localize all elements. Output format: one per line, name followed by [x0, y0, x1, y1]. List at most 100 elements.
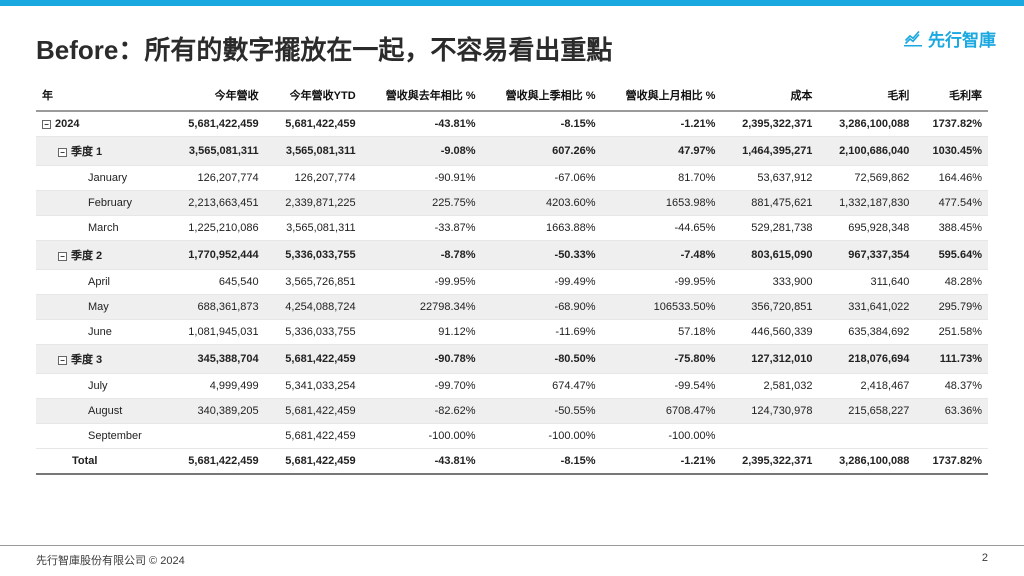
row-cell: 1,770,952,444: [168, 241, 265, 270]
row-cell: 1653.98%: [602, 191, 722, 216]
row-cell: [915, 424, 988, 449]
row-cell: 2,581,032: [721, 374, 818, 399]
row-cell: 1737.82%: [915, 449, 988, 475]
table-row: −季度 3345,388,7045,681,422,459-90.78%-80.…: [36, 345, 988, 374]
column-header: 營收與上月相比 %: [602, 81, 722, 111]
row-cell: -80.50%: [482, 345, 602, 374]
table-row: May688,361,8734,254,088,72422798.34%-68.…: [36, 295, 988, 320]
row-cell: 3,286,100,088: [818, 111, 915, 137]
row-cell: -99.95%: [362, 270, 482, 295]
collapse-icon[interactable]: −: [58, 252, 67, 261]
row-cell: -82.62%: [362, 399, 482, 424]
row-cell: -75.80%: [602, 345, 722, 374]
column-header: 營收與去年相比 %: [362, 81, 482, 111]
row-cell: -43.81%: [362, 111, 482, 137]
row-cell: 356,720,851: [721, 295, 818, 320]
row-cell: -100.00%: [602, 424, 722, 449]
row-cell: -99.95%: [602, 270, 722, 295]
table-row: February2,213,663,4512,339,871,225225.75…: [36, 191, 988, 216]
collapse-icon[interactable]: −: [42, 120, 51, 129]
row-cell: 5,681,422,459: [168, 449, 265, 475]
footer: 先行智庫股份有限公司 © 2024 2: [0, 545, 1024, 568]
row-label: June: [36, 320, 168, 345]
row-cell: 1030.45%: [915, 137, 988, 166]
row-cell: 57.18%: [602, 320, 722, 345]
row-cell: 106533.50%: [602, 295, 722, 320]
row-cell: 164.46%: [915, 166, 988, 191]
row-cell: -68.90%: [482, 295, 602, 320]
row-cell: -9.08%: [362, 137, 482, 166]
collapse-icon[interactable]: −: [58, 148, 67, 157]
row-cell: 91.12%: [362, 320, 482, 345]
row-cell: 5,681,422,459: [265, 345, 362, 374]
column-header: 毛利: [818, 81, 915, 111]
row-cell: 311,640: [818, 270, 915, 295]
row-cell: -100.00%: [362, 424, 482, 449]
row-cell: 3,286,100,088: [818, 449, 915, 475]
row-cell: 688,361,873: [168, 295, 265, 320]
row-cell: -90.91%: [362, 166, 482, 191]
row-cell: 595.64%: [915, 241, 988, 270]
row-cell: 3,565,726,851: [265, 270, 362, 295]
row-cell: 126,207,774: [168, 166, 265, 191]
row-cell: 333,900: [721, 270, 818, 295]
row-cell: -44.65%: [602, 216, 722, 241]
row-cell: 881,475,621: [721, 191, 818, 216]
row-cell: 5,681,422,459: [265, 111, 362, 137]
row-cell: 3,565,081,311: [168, 137, 265, 166]
table-row: July4,999,4995,341,033,254-99.70%674.47%…: [36, 374, 988, 399]
row-cell: 111.73%: [915, 345, 988, 374]
row-cell: 5,336,033,755: [265, 320, 362, 345]
row-cell: 1,081,945,031: [168, 320, 265, 345]
row-cell: 2,213,663,451: [168, 191, 265, 216]
row-cell: 126,207,774: [265, 166, 362, 191]
row-cell: 47.97%: [602, 137, 722, 166]
page-number: 2: [982, 552, 988, 568]
row-cell: 5,681,422,459: [265, 399, 362, 424]
row-cell: 5,341,033,254: [265, 374, 362, 399]
row-cell: 1663.88%: [482, 216, 602, 241]
row-cell: 215,658,227: [818, 399, 915, 424]
row-cell: 5,681,422,459: [265, 449, 362, 475]
table-row: −季度 21,770,952,4445,336,033,755-8.78%-50…: [36, 241, 988, 270]
row-label: −季度 2: [36, 241, 168, 270]
row-cell: -99.49%: [482, 270, 602, 295]
row-cell: 446,560,339: [721, 320, 818, 345]
row-label: −季度 1: [36, 137, 168, 166]
row-cell: 5,681,422,459: [168, 111, 265, 137]
row-cell: 22798.34%: [362, 295, 482, 320]
column-header: 年: [36, 81, 168, 111]
row-cell: 477.54%: [915, 191, 988, 216]
row-cell: 803,615,090: [721, 241, 818, 270]
row-cell: 635,384,692: [818, 320, 915, 345]
row-cell: 5,681,422,459: [265, 424, 362, 449]
column-header: 成本: [721, 81, 818, 111]
row-cell: -1.21%: [602, 111, 722, 137]
table-row: September5,681,422,459-100.00%-100.00%-1…: [36, 424, 988, 449]
row-cell: 218,076,694: [818, 345, 915, 374]
row-cell: [168, 424, 265, 449]
table-row: −20245,681,422,4595,681,422,459-43.81%-8…: [36, 111, 988, 137]
data-table: 年今年營收今年營收YTD營收與去年相比 %營收與上季相比 %營收與上月相比 %成…: [36, 81, 988, 475]
row-cell: 295.79%: [915, 295, 988, 320]
row-cell: 1,464,395,271: [721, 137, 818, 166]
row-cell: 48.37%: [915, 374, 988, 399]
copyright: 先行智庫股份有限公司 © 2024: [36, 552, 185, 568]
row-label: Total: [36, 449, 168, 475]
column-header: 營收與上季相比 %: [482, 81, 602, 111]
table-row: March1,225,210,0863,565,081,311-33.87%16…: [36, 216, 988, 241]
row-cell: -7.48%: [602, 241, 722, 270]
row-label: March: [36, 216, 168, 241]
brand-logo: 先行智庫: [904, 26, 996, 51]
row-cell: 340,389,205: [168, 399, 265, 424]
row-cell: 4203.60%: [482, 191, 602, 216]
row-cell: 2,100,686,040: [818, 137, 915, 166]
row-cell: 674.47%: [482, 374, 602, 399]
row-cell: -100.00%: [482, 424, 602, 449]
row-cell: -43.81%: [362, 449, 482, 475]
row-cell: -11.69%: [482, 320, 602, 345]
row-cell: 345,388,704: [168, 345, 265, 374]
row-cell: 2,339,871,225: [265, 191, 362, 216]
row-cell: 1737.82%: [915, 111, 988, 137]
collapse-icon[interactable]: −: [58, 356, 67, 365]
